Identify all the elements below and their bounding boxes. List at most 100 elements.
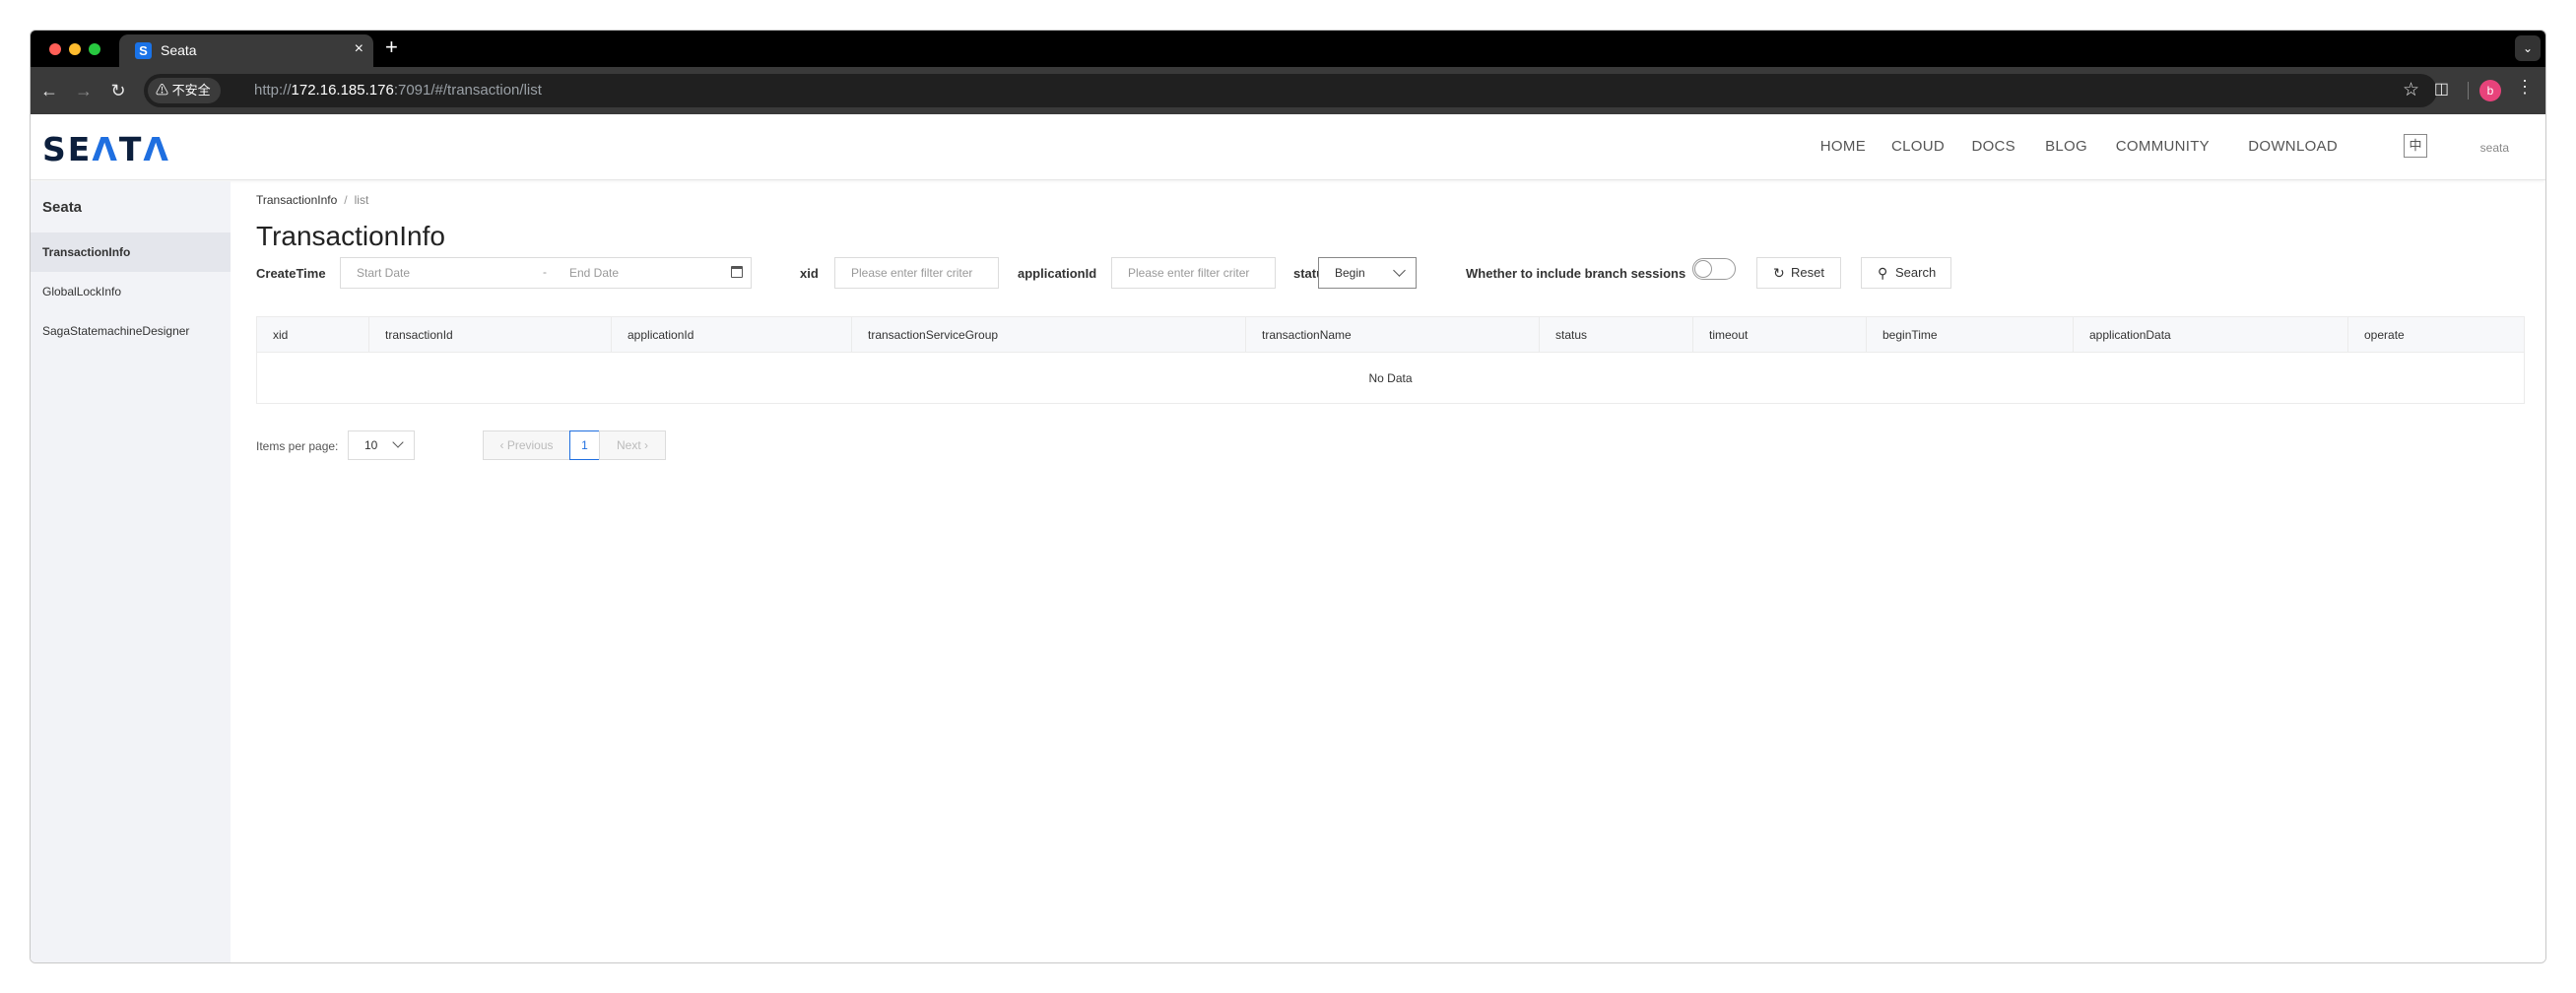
breadcrumb-root[interactable]: TransactionInfo bbox=[256, 193, 337, 207]
search-label: Search bbox=[1895, 265, 1937, 280]
column-begintime: beginTime bbox=[1867, 317, 2074, 353]
nav-blog[interactable]: BLOG bbox=[2045, 138, 2087, 155]
toolbar-divider bbox=[2468, 82, 2469, 99]
column-applicationid: applicationId bbox=[612, 317, 852, 353]
next-label: Next bbox=[616, 438, 641, 452]
sidebar-title: Seata bbox=[42, 199, 83, 216]
start-date-placeholder: Start Date bbox=[357, 266, 411, 280]
chevron-left-icon: ‹ bbox=[499, 438, 504, 452]
chevron-down-icon bbox=[1393, 264, 1406, 277]
user-name[interactable]: seata bbox=[2480, 141, 2509, 155]
refresh-icon: ↻ bbox=[1773, 265, 1785, 281]
maximize-window-button[interactable] bbox=[89, 43, 100, 55]
branch-sessions-label: Whether to include branch sessions bbox=[1466, 266, 1686, 281]
page-title: TransactionInfo bbox=[256, 221, 445, 251]
minimize-window-button[interactable] bbox=[69, 43, 81, 55]
breadcrumb-current: list bbox=[354, 193, 369, 207]
column-transactionservicegroup: transactionServiceGroup bbox=[852, 317, 1246, 353]
empty-state: No Data bbox=[1368, 371, 1413, 385]
createtime-label: CreateTime bbox=[256, 266, 326, 281]
nav-download[interactable]: DOWNLOAD bbox=[2248, 138, 2338, 155]
previous-page-button[interactable]: ‹ Previous bbox=[483, 430, 570, 460]
web-page: SEΛTΛ HOME CLOUD DOCS BLOG COMMUNITY DOW… bbox=[31, 114, 2545, 962]
site-header: SEΛTΛ HOME CLOUD DOCS BLOG COMMUNITY DOW… bbox=[31, 114, 2545, 180]
logo-text-a2: Λ bbox=[143, 130, 170, 168]
column-operate: operate bbox=[2364, 328, 2405, 342]
search-icon: ⚲ bbox=[1878, 265, 1888, 281]
language-toggle[interactable]: 中 bbox=[2404, 134, 2427, 158]
table-header: xid transactionId applicationId transact… bbox=[257, 317, 2524, 353]
status-select[interactable]: Begin bbox=[1318, 257, 1417, 289]
next-page-button[interactable]: Next › bbox=[599, 430, 666, 460]
chevron-down-icon bbox=[392, 436, 404, 448]
profile-avatar[interactable]: b bbox=[2479, 80, 2501, 101]
column-transactionname: transactionName bbox=[1246, 317, 1540, 353]
browser-toolbar: ← → ↻ ⚠ 不安全 http://172.16.185.176:7091/#… bbox=[31, 67, 2545, 114]
date-range-picker[interactable]: Start Date - End Date bbox=[340, 257, 752, 289]
tab-close-icon[interactable]: × bbox=[355, 40, 363, 58]
column-applicationdata: applicationData bbox=[2074, 317, 2348, 353]
screen: S Seata × + ⌄ ← → ↻ ⚠ 不安全 http://172.16.… bbox=[0, 0, 2576, 993]
warning-icon: ⚠ bbox=[156, 83, 169, 98]
page-number-1[interactable]: 1 bbox=[569, 430, 600, 460]
transactions-table: xid transactionId applicationId transact… bbox=[256, 316, 2525, 404]
column-xid: xid bbox=[257, 317, 369, 353]
tab-strip: S Seata × + ⌄ bbox=[31, 31, 2545, 67]
url-path: :7091/#/transaction/list bbox=[393, 82, 542, 99]
url-text[interactable]: http://172.16.185.176:7091/#/transaction… bbox=[254, 82, 542, 99]
back-arrow-icon[interactable]: ← bbox=[37, 79, 61, 102]
more-menu-icon[interactable]: ⋮ bbox=[2516, 77, 2534, 98]
nav-community[interactable]: COMMUNITY bbox=[2116, 138, 2210, 155]
reset-label: Reset bbox=[1791, 265, 1824, 280]
nav-home[interactable]: HOME bbox=[1820, 138, 1866, 155]
sidebar: Seata TransactionInfo GlobalLockInfo Sag… bbox=[31, 181, 231, 962]
forward-arrow-icon[interactable]: → bbox=[72, 79, 96, 102]
breadcrumb-separator: / bbox=[344, 193, 348, 207]
xid-label: xid bbox=[800, 266, 819, 281]
browser-window: S Seata × + ⌄ ← → ↻ ⚠ 不安全 http://172.16.… bbox=[30, 30, 2546, 963]
sidebar-item-globallockinfo[interactable]: GlobalLockInfo bbox=[31, 272, 231, 311]
search-button[interactable]: ⚲ Search bbox=[1861, 257, 1951, 289]
switch-knob bbox=[1694, 260, 1712, 278]
not-secure-label: 不安全 bbox=[171, 83, 211, 98]
nav-docs[interactable]: DOCS bbox=[1971, 138, 2015, 155]
close-window-button[interactable] bbox=[49, 43, 61, 55]
calendar-icon bbox=[731, 266, 743, 278]
sidebar-item-transactioninfo[interactable]: TransactionInfo bbox=[31, 232, 231, 272]
seata-favicon-icon: S bbox=[135, 42, 152, 59]
sidebar-item-sagastatemachinedesigner[interactable]: SagaStatemachineDesigner bbox=[31, 311, 231, 351]
nav-cloud[interactable]: CLOUD bbox=[1891, 138, 1945, 155]
extensions-puzzle-icon[interactable]: ◫ bbox=[2434, 79, 2449, 99]
page-size-value: 10 bbox=[364, 438, 378, 452]
column-status: status bbox=[1540, 317, 1693, 353]
new-tab-button[interactable]: + bbox=[385, 34, 398, 60]
browser-tab[interactable]: S Seata × bbox=[119, 34, 373, 67]
url-host: 172.16.185.176 bbox=[291, 82, 394, 99]
url-scheme: http:// bbox=[254, 82, 292, 99]
not-secure-badge[interactable]: ⚠ 不安全 bbox=[148, 78, 221, 103]
range-separator: - bbox=[543, 265, 547, 279]
xid-input[interactable] bbox=[834, 257, 999, 289]
address-bar[interactable]: ⚠ 不安全 http://172.16.185.176:7091/#/trans… bbox=[144, 74, 2437, 107]
column-timeout: timeout bbox=[1693, 317, 1867, 353]
status-selected-value: Begin bbox=[1335, 266, 1365, 280]
page-size-select[interactable]: 10 bbox=[348, 430, 415, 460]
tab-search-icon[interactable]: ⌄ bbox=[2515, 35, 2541, 61]
breadcrumb: TransactionInfo / list bbox=[256, 193, 368, 207]
seata-logo[interactable]: SEΛTΛ bbox=[42, 130, 170, 168]
branch-sessions-switch[interactable] bbox=[1692, 258, 1736, 280]
bookmark-star-icon[interactable]: ☆ bbox=[2403, 79, 2419, 101]
main-content: TransactionInfo / list TransactionInfo Cre… bbox=[256, 181, 2525, 962]
logo-text-se: SE bbox=[42, 130, 93, 168]
reload-icon[interactable]: ↻ bbox=[106, 79, 130, 102]
reset-button[interactable]: ↻ Reset bbox=[1756, 257, 1841, 289]
applicationid-input[interactable] bbox=[1111, 257, 1276, 289]
logo-text-a: Λ bbox=[92, 130, 119, 168]
chevron-right-icon: › bbox=[644, 438, 649, 452]
logo-text-t: T bbox=[118, 130, 144, 168]
tab-title: Seata bbox=[161, 42, 197, 58]
items-per-page-label: Items per page: bbox=[256, 439, 339, 453]
column-transactionid: transactionId bbox=[369, 317, 612, 353]
end-date-placeholder: End Date bbox=[569, 266, 620, 280]
applicationid-label: applicationId bbox=[1018, 266, 1097, 281]
